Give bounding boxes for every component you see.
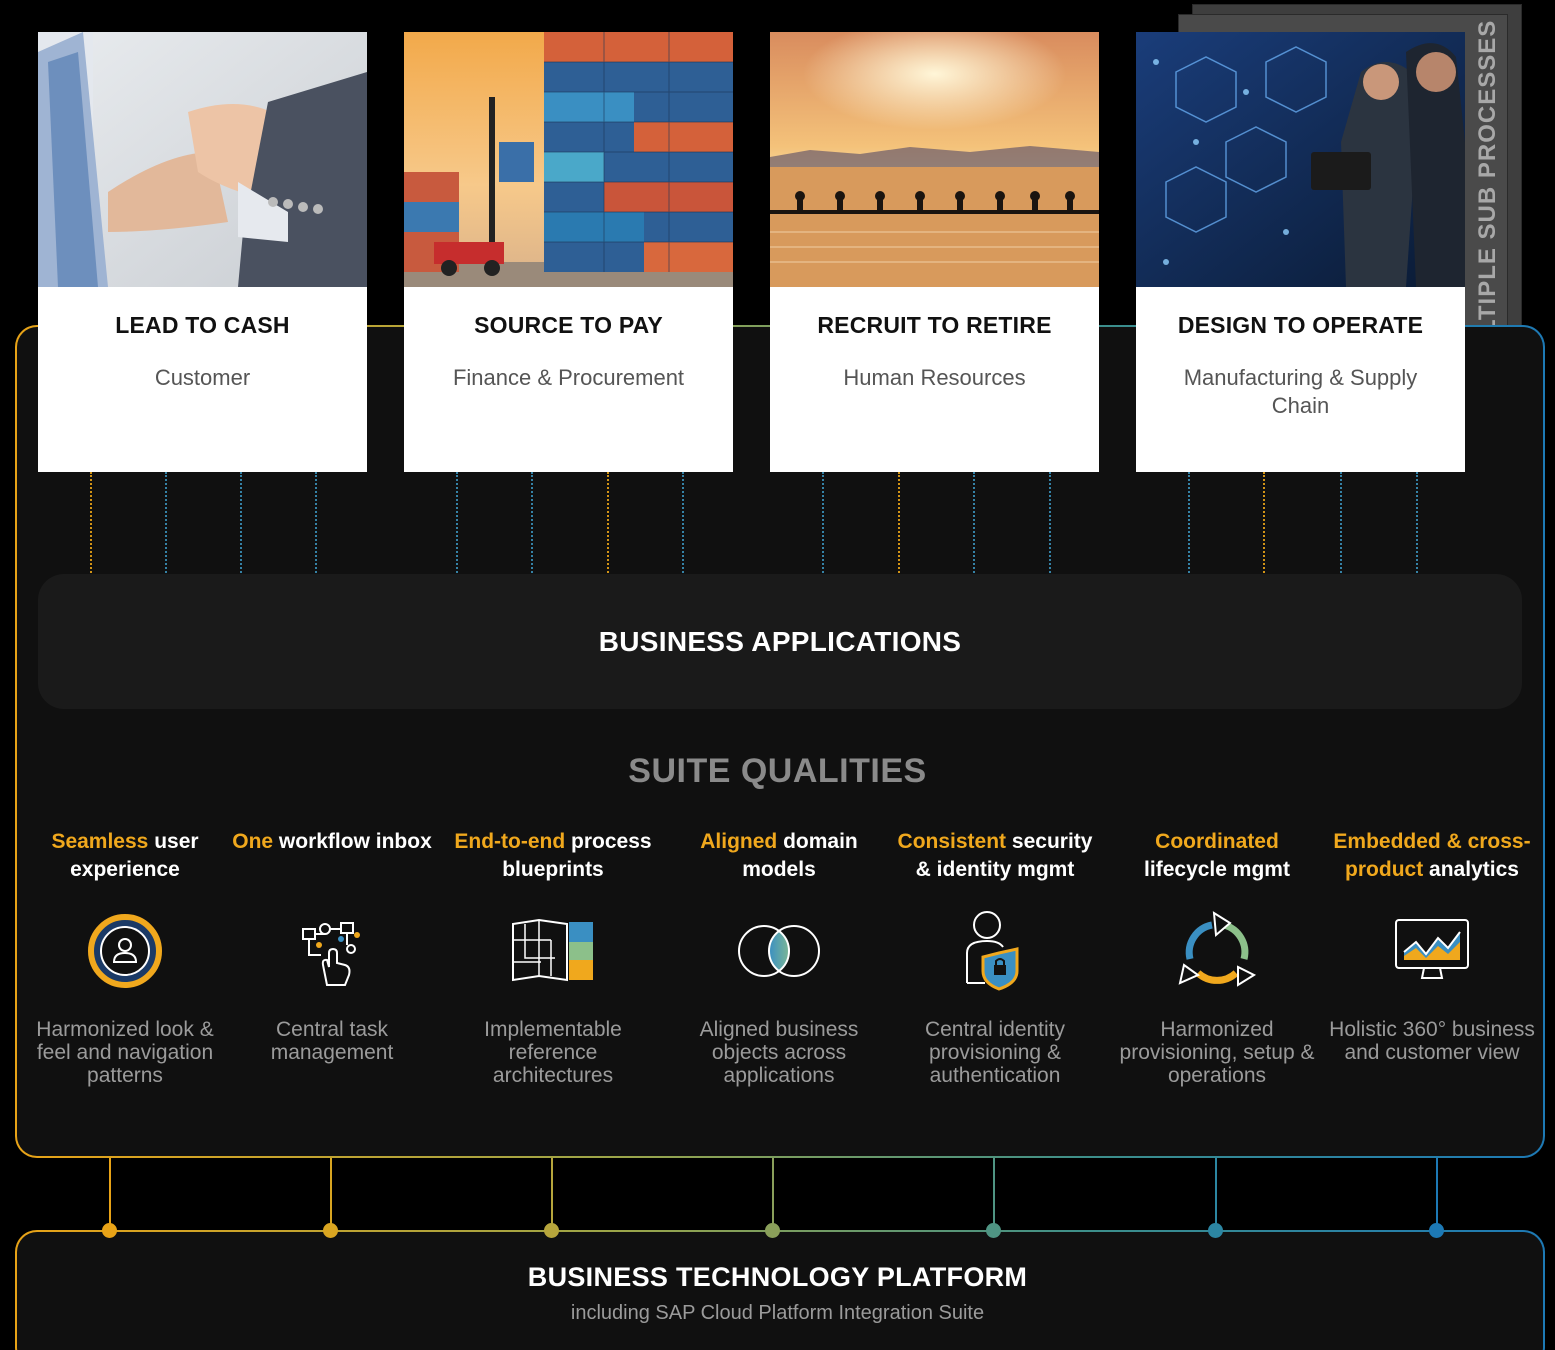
handshake-photo: [38, 32, 367, 287]
platform-subtitle: including SAP Cloud Platform Integration…: [570, 1302, 985, 1324]
quality-heading: Seamless user experience: [20, 828, 230, 888]
quality-highlight: Consistent: [897, 830, 1007, 853]
platform-connector: [551, 1158, 553, 1231]
quality-description: Harmonized provisioning, setup & operati…: [1119, 1018, 1315, 1087]
process-title: LEAD TO CASH: [115, 312, 290, 338]
platform-title: BUSINESS TECHNOLOGY PLATFORM: [527, 1262, 1028, 1292]
process-card-lead-to-cash[interactable]: LEAD TO CASH Customer: [38, 32, 367, 472]
quality-heading: Consistent security & identity mgmt: [890, 828, 1100, 888]
quality-workflow-inbox: One workflow inbox Central task manageme…: [227, 828, 437, 1064]
overlapping-circles-icon: [674, 906, 884, 996]
quality-heading-rest: workflow inbox: [278, 830, 432, 853]
connector-node: [1208, 1223, 1223, 1238]
quality-heading: End-to-end process blueprints: [448, 828, 658, 888]
quality-seamless-ux: Seamless user experience Harmonized look…: [20, 828, 230, 1087]
quality-highlight: One: [232, 830, 274, 853]
quality-heading: Aligned domain models: [674, 828, 884, 888]
connector-node: [102, 1223, 117, 1238]
quality-description: Implementable reference architectures: [484, 1018, 622, 1087]
platform-connector: [109, 1158, 111, 1231]
process-subtitle: Manufacturing & Supply Chain: [1183, 365, 1418, 418]
quality-highlight: Aligned: [700, 830, 778, 853]
process-card-recruit-to-retire[interactable]: RECRUIT TO RETIRE Human Resources: [770, 32, 1099, 472]
platform-connector: [1215, 1158, 1217, 1231]
quality-description: Central identity provisioning & authenti…: [924, 1018, 1066, 1087]
connector-node: [765, 1223, 780, 1238]
shipping-containers-photo: [404, 32, 733, 287]
process-title: DESIGN TO OPERATE: [1177, 312, 1424, 338]
connector-node: [544, 1223, 559, 1238]
process-subtitle: Human Resources: [843, 365, 1026, 390]
map-blueprint-icon: [448, 906, 658, 996]
user-circle-icon: [20, 906, 230, 996]
platform-connector: [330, 1158, 332, 1231]
rowing-team-sunset-photo: [770, 32, 1099, 287]
connector-node: [323, 1223, 338, 1238]
process-title: SOURCE TO PAY: [474, 312, 663, 338]
process-title: RECRUIT TO RETIRE: [817, 312, 1052, 338]
business-applications-bar: BUSINESS APPLICATIONS: [38, 574, 1522, 709]
quality-highlight: End-to-end: [454, 830, 566, 853]
process-card-source-to-pay[interactable]: SOURCE TO PAY Finance & Procurement: [404, 32, 733, 472]
workflow-hand-icon: [227, 906, 437, 996]
platform-connector: [1436, 1158, 1438, 1231]
platform-connector: [993, 1158, 995, 1231]
platform-connector: [772, 1158, 774, 1231]
process-card-design-to-operate[interactable]: DESIGN TO OPERATE Manufacturing & Supply…: [1136, 32, 1465, 472]
quality-description: Central task management: [270, 1018, 394, 1064]
quality-highlight: Coordinated: [1155, 830, 1279, 853]
quality-security-identity: Consistent security & identity mgmt Cent…: [890, 828, 1100, 1087]
connector-node: [986, 1223, 1001, 1238]
quality-highlight: Seamless: [51, 830, 149, 853]
user-shield-lock-icon: [890, 906, 1100, 996]
quality-lifecycle: Coordinated lifecycle mgmt Harmonized pr…: [1112, 828, 1322, 1087]
quality-heading: One workflow inbox: [227, 828, 437, 888]
connector-node: [1429, 1223, 1444, 1238]
process-subtitle: Customer: [154, 365, 251, 390]
quality-heading-rest: analytics: [1429, 858, 1519, 881]
engineers-technology-photo: [1136, 32, 1465, 287]
suite-qualities-title: SUITE QUALITIES: [628, 752, 927, 790]
quality-description: Holistic 360° business and customer view: [1329, 1018, 1535, 1064]
quality-domain-models: Aligned domain models Aligned business o…: [674, 828, 884, 1087]
monitor-analytics-icon: [1327, 906, 1537, 996]
quality-heading: Embedded & cross-product analytics: [1327, 828, 1537, 888]
quality-heading-rest: lifecycle mgmt: [1144, 858, 1290, 881]
quality-analytics: Embedded & cross-product analytics Holis…: [1327, 828, 1537, 1064]
quality-process-blueprints: End-to-end process blueprints Implementa…: [448, 828, 658, 1087]
quality-heading: Coordinated lifecycle mgmt: [1112, 828, 1322, 888]
quality-description: Aligned business objects across applicat…: [699, 1018, 859, 1087]
lifecycle-arrows-icon: [1112, 906, 1322, 996]
quality-description: Harmonized look & feel and navigation pa…: [36, 1018, 214, 1087]
process-subtitle: Finance & Procurement: [452, 365, 685, 390]
business-applications-label: BUSINESS APPLICATIONS: [598, 625, 962, 657]
